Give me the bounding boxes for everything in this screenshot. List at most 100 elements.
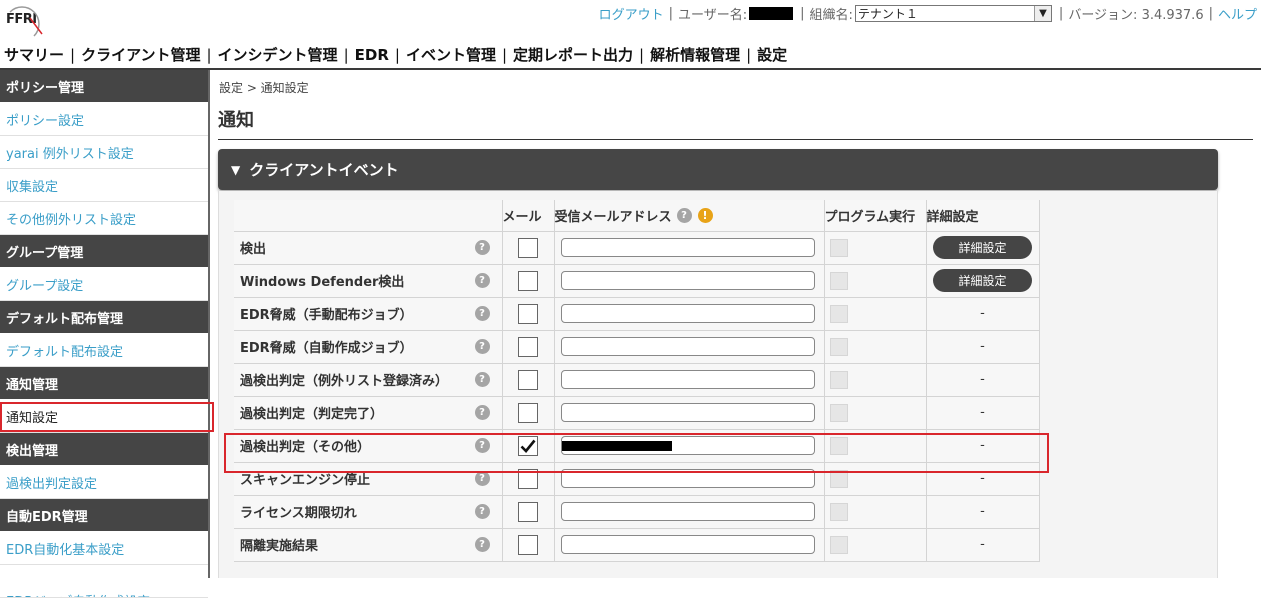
mail-cell: [501, 495, 554, 529]
mail-checkbox[interactable]: [518, 237, 538, 258]
program-exec-checkbox-disabled: [829, 403, 848, 422]
separator: |: [1208, 5, 1213, 21]
user-label: ユーザー名:: [678, 7, 748, 23]
mail-cell: [501, 231, 554, 265]
mail-checkbox[interactable]: [518, 336, 538, 357]
event-name: EDR脅威（自動作成ジョブ）: [240, 341, 413, 356]
mail-checkbox[interactable]: [518, 402, 538, 423]
sidebar-item-collection[interactable]: 収集設定: [0, 169, 208, 202]
logout-link[interactable]: ログアウト: [599, 4, 664, 23]
help-icon[interactable]: ?: [474, 372, 490, 387]
main-nav: サマリー | クライアント管理 | インシデント管理 | EDR | イベント管…: [4, 44, 787, 65]
separator: |: [70, 45, 76, 64]
event-name-cell: 過検出判定（判定完了）?: [234, 396, 502, 430]
sidebar-group-notification: 通知管理: [0, 367, 208, 400]
help-link[interactable]: ヘルプ: [1218, 4, 1257, 23]
nav-incident[interactable]: インシデント管理: [218, 44, 338, 65]
address-cell: [553, 495, 824, 529]
email-address-input[interactable]: [560, 370, 815, 389]
mail-checkbox[interactable]: [518, 270, 538, 291]
mail-checkbox[interactable]: [518, 534, 538, 555]
help-icon[interactable]: ?: [474, 240, 490, 255]
sidebar-item-default-dist[interactable]: デフォルト配布設定: [0, 334, 208, 367]
title-divider: [218, 139, 1253, 140]
detail-none: -: [980, 372, 985, 387]
sidebar-item-false-positive[interactable]: 過検出判定設定: [0, 466, 208, 499]
help-icon[interactable]: ?: [474, 405, 490, 420]
detail-none: -: [980, 504, 985, 519]
email-address-input[interactable]: [560, 238, 815, 257]
nav-report[interactable]: 定期レポート出力: [513, 44, 633, 65]
address-cell: [553, 264, 824, 298]
separator: |: [394, 45, 400, 64]
nav-settings[interactable]: 設定: [757, 44, 787, 65]
nav-client[interactable]: クライアント管理: [81, 44, 200, 65]
table-row: 検出? 詳細設定: [234, 231, 1040, 265]
separator: |: [800, 5, 805, 21]
sidebar-item-yarai-exception[interactable]: yarai 例外リスト設定: [0, 136, 208, 169]
help-icon[interactable]: ?: [676, 207, 692, 223]
column-header-detail: 詳細設定: [925, 200, 1040, 232]
email-address-input[interactable]: [560, 337, 815, 356]
event-name: 検出: [240, 242, 267, 257]
separator: |: [343, 45, 349, 64]
email-address-input[interactable]: [560, 304, 815, 323]
detail-settings-button[interactable]: 詳細設定: [933, 269, 1032, 292]
email-address-input[interactable]: [560, 502, 815, 521]
program-cell: [823, 363, 926, 397]
nav-event[interactable]: イベント管理: [406, 44, 496, 65]
event-name-wrap: 隔離実施結果?: [240, 535, 502, 554]
table-row: ライセンス期限切れ? -: [234, 495, 1040, 529]
detail-cell: -: [925, 495, 1040, 529]
event-name-cell: 検出?: [234, 231, 502, 265]
email-address-input[interactable]: [560, 271, 815, 290]
highlight-box-row: [224, 433, 1049, 473]
column-header-event: [234, 200, 502, 232]
sidebar: ポリシー管理 ポリシー設定 yarai 例外リスト設定 収集設定 その他例外リス…: [0, 70, 210, 598]
sidebar-item-policy-settings[interactable]: ポリシー設定: [0, 103, 208, 136]
help-icon[interactable]: ?: [474, 339, 490, 354]
email-address-input[interactable]: [560, 403, 815, 422]
mail-checkbox[interactable]: [518, 501, 538, 522]
sidebar-item-edr-auto-basic[interactable]: EDR自動化基本設定: [0, 532, 208, 565]
sidebar-item-edr-job-auto[interactable]: EDRジョブ自動作成設定: [0, 565, 208, 598]
help-icon[interactable]: ?: [474, 273, 490, 288]
address-cell: [553, 330, 824, 364]
sidebar-item-other-exception[interactable]: その他例外リスト設定: [0, 202, 208, 235]
detail-settings-button[interactable]: 詳細設定: [933, 236, 1032, 259]
event-name: 過検出判定（判定完了）: [240, 407, 384, 422]
user-name-redacted: [749, 6, 794, 20]
section-header-client-event[interactable]: ▼ クライアントイベント: [218, 149, 1218, 190]
help-icon[interactable]: ?: [474, 471, 490, 486]
mail-checkbox[interactable]: [518, 369, 538, 390]
mail-checkbox[interactable]: [518, 303, 538, 324]
org-select-value: テナント１: [857, 6, 918, 21]
table-header-row: メール 受信メールアドレス ? ! プログラム実行 詳細設定: [234, 200, 1040, 232]
org-select[interactable]: テナント１ ▼: [854, 4, 1052, 22]
chevron-down-icon[interactable]: ▼: [1033, 5, 1051, 21]
table-row: Windows Defender検出? 詳細設定: [234, 264, 1040, 298]
warning-icon[interactable]: !: [697, 207, 713, 223]
email-address-input[interactable]: [560, 535, 815, 554]
event-name-wrap: Windows Defender検出?: [240, 271, 502, 290]
program-cell: [823, 297, 926, 331]
mail-cell: [501, 264, 554, 298]
help-icon[interactable]: ?: [474, 504, 490, 519]
separator: |: [639, 45, 645, 64]
nav-summary[interactable]: サマリー: [4, 44, 64, 65]
ffri-logo: FFRI: [4, 4, 48, 40]
mail-cell: [501, 297, 554, 331]
nav-edr[interactable]: EDR: [355, 46, 389, 64]
program-exec-checkbox-disabled: [829, 502, 848, 521]
table-row: EDR脅威（自動作成ジョブ）? -: [234, 330, 1040, 364]
address-cell: [553, 297, 824, 331]
event-name-cell: ライセンス期限切れ?: [234, 495, 502, 529]
help-icon[interactable]: ?: [474, 537, 490, 552]
event-name-wrap: 過検出判定（判定完了）?: [240, 403, 502, 422]
event-name: Windows Defender検出: [240, 275, 405, 290]
top-bar: ログアウト | ユーザー名: | 組織名: テナント１ ▼ | バージョン: 3…: [599, 4, 1257, 23]
sidebar-item-group-settings[interactable]: グループ設定: [0, 268, 208, 301]
help-icon[interactable]: ?: [474, 306, 490, 321]
nav-analysis[interactable]: 解析情報管理: [650, 44, 740, 65]
detail-cell: -: [925, 297, 1040, 331]
